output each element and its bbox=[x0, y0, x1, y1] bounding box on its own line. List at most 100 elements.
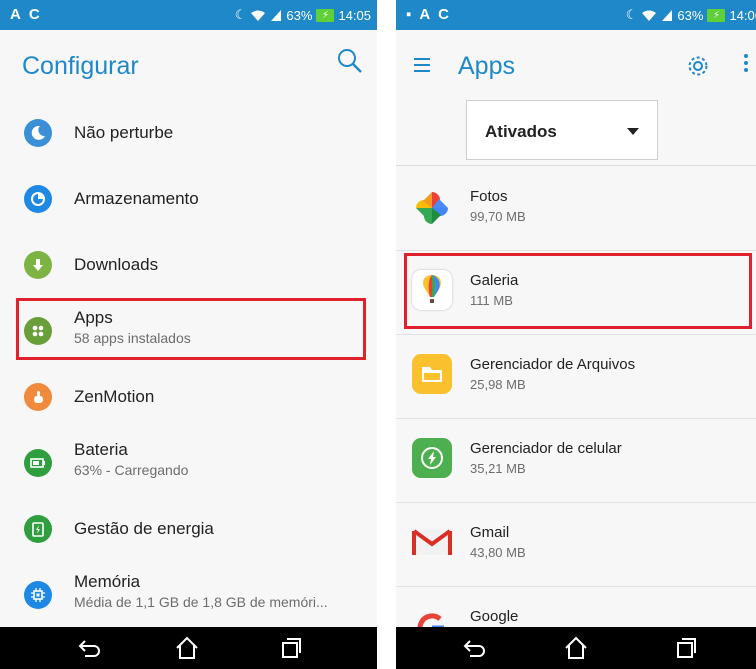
back-arrow-icon bbox=[463, 640, 485, 657]
back-button[interactable] bbox=[460, 634, 490, 662]
settings-item-bateria[interactable]: Bateria 63% - Carregando bbox=[0, 430, 377, 496]
battery-percent: 63% bbox=[677, 7, 704, 23]
app-size: 43,80 MB bbox=[470, 545, 526, 560]
gmail-m-icon bbox=[412, 522, 452, 562]
settings-item-text: Apps 58 apps instalados bbox=[74, 308, 367, 346]
settings-item-memoria[interactable]: Memória Média de 1,1 GB de 1,8 GB de mem… bbox=[0, 562, 377, 628]
settings-screen: A C ☾ 63% ⚡ 14:05 Configurar Não perturb… bbox=[0, 0, 377, 669]
signal-icon bbox=[662, 9, 673, 21]
settings-item-title: ZenMotion bbox=[74, 387, 155, 406]
settings-item-text: Não perturbe bbox=[74, 123, 367, 143]
settings-item-title: Armazenamento bbox=[74, 189, 199, 208]
app-name: Gerenciador de Arquivos bbox=[470, 356, 636, 373]
settings-item-text: Gestão de energia bbox=[74, 519, 367, 539]
recent-apps-icon bbox=[677, 638, 696, 658]
recent-apps-button[interactable] bbox=[276, 634, 306, 662]
battery-charging-icon: ⚡ bbox=[707, 8, 726, 22]
gear-icon[interactable] bbox=[686, 54, 710, 78]
settings-item-text: Memória Média de 1,1 GB de 1,8 GB de mem… bbox=[74, 572, 367, 610]
moon-icon bbox=[24, 119, 52, 147]
hamburger-menu-icon[interactable] bbox=[414, 58, 430, 72]
home-icon bbox=[176, 636, 198, 659]
app-name: Galeria bbox=[470, 272, 519, 289]
notification-icons: A C bbox=[10, 6, 40, 23]
storage-pie-icon bbox=[24, 185, 52, 213]
recent-apps-icon bbox=[282, 638, 301, 658]
filter-row: Ativados bbox=[396, 100, 756, 166]
back-arrow-icon bbox=[78, 640, 100, 657]
warning-notification-icon: A bbox=[419, 6, 431, 23]
system-status-icons: ☾ 63% ⚡ 14:06 bbox=[626, 7, 756, 23]
app-list-item-fotos[interactable]: Fotos 99,70 MB bbox=[396, 166, 756, 250]
google-photos-pinwheel-icon bbox=[412, 188, 452, 228]
app-bar: Apps bbox=[396, 30, 756, 100]
settings-item-text: Bateria 63% - Carregando bbox=[74, 440, 367, 478]
moon-notification-icon: C bbox=[28, 6, 40, 23]
settings-item-title: Bateria bbox=[74, 440, 128, 459]
wifi-icon bbox=[251, 10, 266, 21]
settings-item-subtitle: Média de 1,1 GB de 1,8 GB de memóri... bbox=[74, 594, 328, 610]
page-title: Configurar bbox=[22, 52, 139, 80]
apps-screen: ▪ A C ☾ 63% ⚡ 14:06 Apps Ativados bbox=[396, 0, 756, 669]
overflow-menu-icon[interactable] bbox=[744, 54, 748, 75]
app-name: Google bbox=[470, 608, 519, 625]
settings-item-subtitle: 63% - Carregando bbox=[74, 462, 189, 478]
wifi-icon bbox=[642, 10, 657, 21]
back-button[interactable] bbox=[75, 634, 105, 662]
status-bar: A C ☾ 63% ⚡ 14:05 bbox=[0, 0, 377, 30]
app-list-item-galeria[interactable]: Galeria 111 MB bbox=[396, 250, 756, 334]
app-list-item-gerenciador-de-arquivos[interactable]: Gerenciador de Arquivos 25,98 MB bbox=[396, 334, 756, 418]
app-bar: Configurar bbox=[0, 30, 377, 100]
battery-icon bbox=[24, 449, 52, 477]
settings-item-subtitle: 58 apps instalados bbox=[74, 330, 191, 346]
home-icon bbox=[565, 636, 587, 659]
app-name: Gmail bbox=[470, 524, 510, 541]
status-time: 14:06 bbox=[729, 7, 756, 23]
settings-item-zenmotion[interactable]: ZenMotion bbox=[0, 364, 377, 430]
moon-notification-icon: C bbox=[438, 6, 450, 23]
do-not-disturb-icon: ☾ bbox=[625, 7, 638, 22]
settings-item-apps[interactable]: Apps 58 apps instalados bbox=[0, 298, 377, 364]
settings-item-text: Downloads bbox=[74, 255, 367, 275]
notification-icons: ▪ A C bbox=[406, 6, 449, 23]
app-name: Gerenciador de celular bbox=[470, 440, 622, 457]
status-bar: ▪ A C ☾ 63% ⚡ 14:06 bbox=[396, 0, 756, 30]
dropdown-caret-icon bbox=[627, 128, 639, 135]
navigation-bar bbox=[0, 627, 377, 669]
settings-item-gestao-de-energia[interactable]: Gestão de energia bbox=[0, 496, 377, 562]
search-icon[interactable] bbox=[337, 48, 363, 74]
recent-apps-button[interactable] bbox=[671, 634, 701, 662]
gallery-balloon-icon bbox=[412, 270, 452, 310]
warning-notification-icon: A bbox=[10, 6, 21, 23]
settings-item-nao-perturbe[interactable]: Não perturbe bbox=[0, 100, 377, 166]
navigation-bar bbox=[396, 627, 756, 669]
folder-icon bbox=[412, 354, 452, 394]
settings-item-title: Memória bbox=[74, 572, 141, 591]
filter-selected-value: Ativados bbox=[485, 122, 557, 141]
page-title: Apps bbox=[458, 52, 515, 80]
image-notification-icon: ▪ bbox=[406, 6, 412, 23]
app-list-item-gmail[interactable]: Gmail 43,80 MB bbox=[396, 502, 756, 586]
settings-item-text: ZenMotion bbox=[74, 387, 367, 407]
settings-item-armazenamento[interactable]: Armazenamento bbox=[0, 166, 377, 232]
home-button[interactable] bbox=[172, 634, 202, 662]
settings-item-title: Não perturbe bbox=[74, 123, 174, 142]
signal-icon bbox=[271, 9, 282, 21]
app-size: 35,21 MB bbox=[470, 461, 526, 476]
app-name: Fotos bbox=[470, 188, 508, 205]
settings-item-title: Downloads bbox=[74, 255, 159, 274]
memory-chip-icon bbox=[24, 581, 52, 609]
settings-item-text: Armazenamento bbox=[74, 189, 367, 209]
app-size: 111 MB bbox=[470, 293, 513, 308]
do-not-disturb-icon: ☾ bbox=[234, 7, 247, 22]
power-management-icon bbox=[24, 515, 52, 543]
app-size: 25,98 MB bbox=[470, 377, 526, 392]
battery-percent: 63% bbox=[286, 7, 313, 23]
mobile-manager-bolt-icon bbox=[412, 438, 452, 478]
battery-charging-icon: ⚡ bbox=[316, 8, 335, 22]
app-size: 99,70 MB bbox=[470, 209, 526, 224]
app-list-item-gerenciador-de-celular[interactable]: Gerenciador de celular 35,21 MB bbox=[396, 418, 756, 502]
app-filter-dropdown[interactable]: Ativados bbox=[466, 100, 658, 160]
settings-item-downloads[interactable]: Downloads bbox=[0, 232, 377, 298]
home-button[interactable] bbox=[561, 634, 591, 662]
